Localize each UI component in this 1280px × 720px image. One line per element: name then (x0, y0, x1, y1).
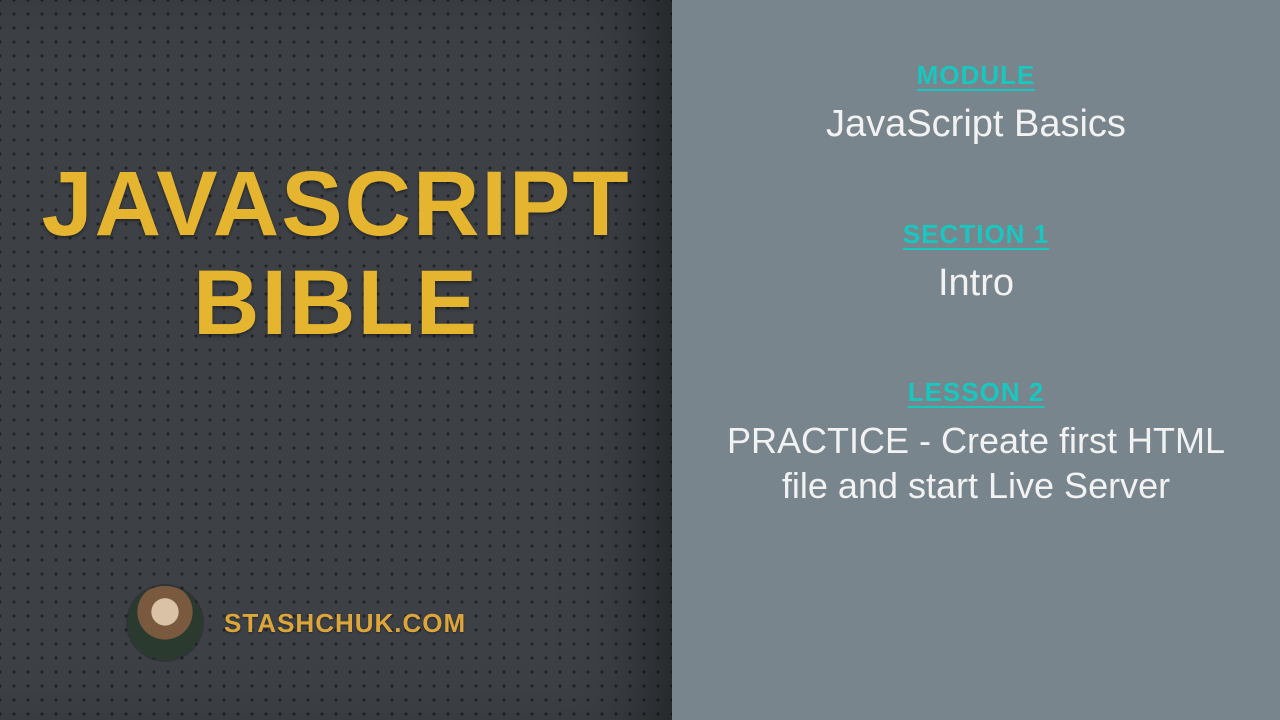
course-title: JAVASCRIPT BIBLE (0, 155, 672, 354)
lesson-label: LESSON 2 (702, 377, 1250, 408)
right-panel: MODULE JavaScript Basics SECTION 1 Intro… (672, 0, 1280, 720)
lesson-block: LESSON 2 PRACTICE - Create first HTML fi… (702, 377, 1250, 508)
lesson-value: PRACTICE - Create first HTML file and st… (702, 418, 1250, 508)
module-label: MODULE (702, 60, 1250, 91)
author-footer: STASHCHUK.COM (128, 586, 466, 660)
slide: JAVASCRIPT BIBLE STASHCHUK.COM MODULE Ja… (0, 0, 1280, 720)
section-block: SECTION 1 Intro (702, 219, 1250, 308)
author-avatar (128, 586, 202, 660)
author-site: STASHCHUK.COM (224, 608, 466, 639)
title-line-1: JAVASCRIPT (0, 155, 672, 254)
section-label: SECTION 1 (702, 219, 1250, 250)
module-value: JavaScript Basics (702, 101, 1250, 149)
section-value: Intro (702, 260, 1250, 308)
module-block: MODULE JavaScript Basics (702, 60, 1250, 149)
title-line-2: BIBLE (0, 254, 672, 353)
left-panel: JAVASCRIPT BIBLE STASHCHUK.COM (0, 0, 672, 720)
